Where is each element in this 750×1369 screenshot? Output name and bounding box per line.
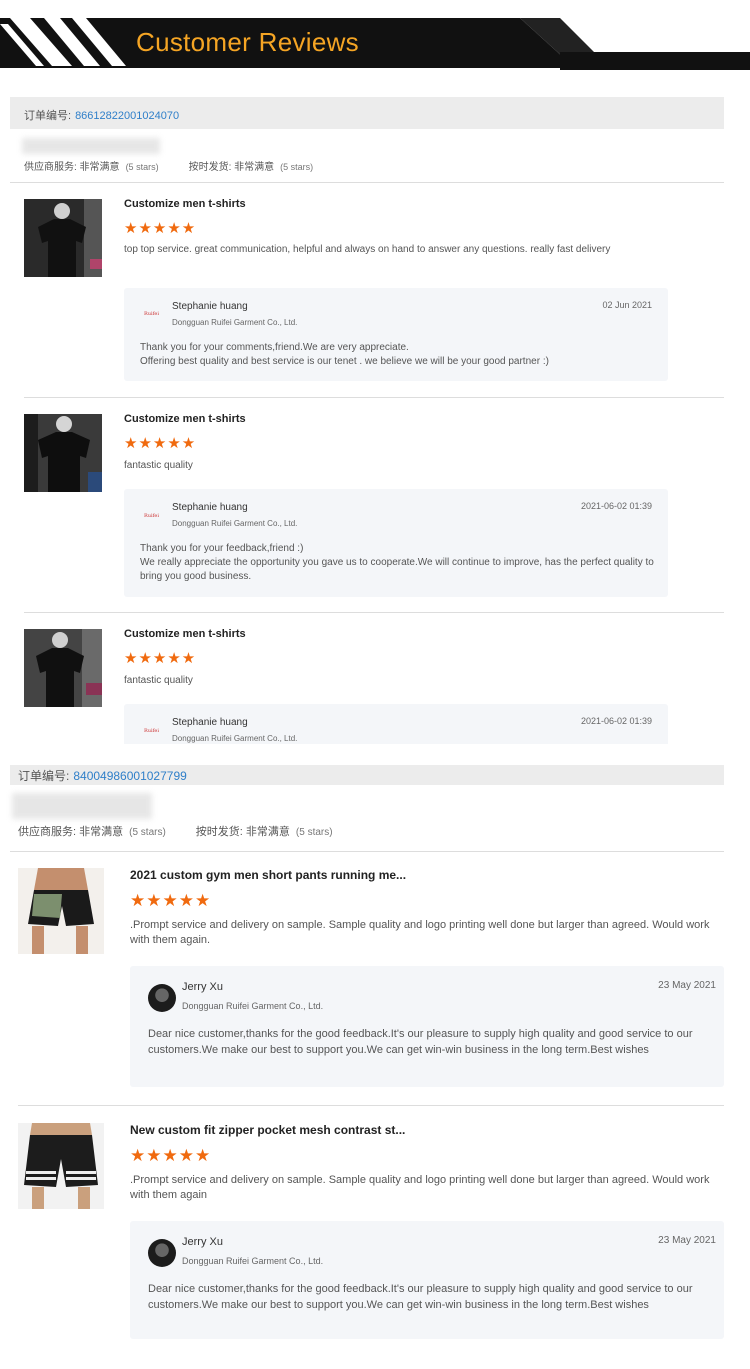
reply-date: 2021-06-02 01:39 [580,716,652,726]
product-title[interactable]: Customize men t-shirts [124,413,246,425]
star-rating: ★★★★★ [130,891,212,910]
star-rating: ★★★★★ [130,1146,212,1165]
product-title[interactable]: Customize men t-shirts [124,198,246,210]
ontime-shipping-rating: 按时发货: 非常满意 [188,162,275,173]
order-number-bar: 订单编号: 84004986001027799 [10,765,724,785]
supplier-ratings: 供应商服务: 非常满意 (5 stars) 按时发货: 非常满意 (5 stars) [18,826,333,838]
review-text: top top service. great communication, he… [124,244,611,255]
banner-background [0,18,750,70]
reply-author: Stephanie huang [172,301,248,312]
shorts-image [18,1123,104,1209]
star-rating: ★★★★★ [124,435,197,452]
product-thumbnail[interactable] [18,1123,104,1209]
product-thumbnail[interactable] [24,629,102,707]
order-number-link[interactable]: 84004986001027799 [73,769,186,783]
banner-title: Customer Reviews [136,27,359,57]
divider [18,1105,724,1106]
reviews-banner: Customer Reviews [0,0,750,80]
reply-date: 23 May 2021 [658,980,716,991]
supplier-service-rating: 供应商服务: 非常满意 [24,162,120,173]
blurred-buyer-name [22,138,160,154]
ontime-shipping-rating: 按时发货: 非常满意 [195,826,290,838]
reply-company: Dongguan Ruifei Garment Co., Ltd. [182,1256,324,1266]
seller-reply: Jerry Xu Dongguan Ruifei Garment Co., Lt… [130,1221,724,1339]
seller-reply: Ruifei Stephanie huang Dongguan Ruifei G… [124,288,668,381]
order-label: 订单编号: [18,769,70,783]
star-rating: ★★★★★ [124,220,197,237]
reply-company: Dongguan Ruifei Garment Co., Ltd. [172,734,298,743]
reply-company: Dongguan Ruifei Garment Co., Ltd. [172,519,298,528]
star-rating: ★★★★★ [124,650,197,667]
supplier-service-rating: 供应商服务: 非常满意 [18,826,124,838]
reply-text: Thank you for your comments,friend.We ar… [140,342,549,367]
seller-reply: Ruifei Stephanie huang Dongguan Ruifei G… [124,704,668,744]
order-number-bar: 订单编号: 86612822001024070 [10,97,724,129]
reply-text: Dear nice customer,thanks for the good f… [148,1283,693,1311]
product-thumbnail[interactable] [18,868,104,954]
product-title[interactable]: 2021 custom gym men short pants running … [130,868,406,882]
divider [24,612,724,613]
avatar [148,1239,176,1267]
reply-author: Jerry Xu [182,981,223,993]
divider [24,397,724,398]
product-thumbnail[interactable] [24,414,102,492]
product-title[interactable]: Customize men t-shirts [124,628,246,640]
review-text: fantastic quality [124,460,193,471]
review-text: .Prompt service and delivery on sample. … [130,1174,710,1201]
reply-text: Dear nice customer,thanks for the good f… [148,1028,693,1056]
product-title[interactable]: New custom fit zipper pocket mesh contra… [130,1123,405,1137]
order-number-link[interactable]: 86612822001024070 [75,110,179,122]
company-logo-icon: Ruifei [144,311,159,317]
company-logo-icon: Ruifei [144,513,159,519]
reply-company: Dongguan Ruifei Garment Co., Ltd. [182,1001,324,1011]
divider [10,182,724,183]
review-text: fantastic quality [124,675,193,686]
reply-text: Thank you for your feedback,friend :) We… [140,543,654,582]
tshirt-image [24,414,102,492]
tshirt-image [24,199,102,277]
shorts-image [18,868,104,954]
tshirt-image [24,629,102,707]
seller-reply: Jerry Xu Dongguan Ruifei Garment Co., Lt… [130,966,724,1087]
company-logo-icon: Ruifei [144,728,159,734]
reply-date: 23 May 2021 [658,1235,716,1246]
reply-author: Stephanie huang [172,502,248,513]
divider [10,851,724,852]
supplier-ratings: 供应商服务: 非常满意 (5 stars) 按时发货: 非常满意 (5 stars) [24,162,314,173]
reply-author: Jerry Xu [182,1236,223,1248]
reply-author: Stephanie huang [172,717,248,728]
reply-date: 2021-06-02 01:39 [580,501,652,511]
review-text: .Prompt service and delivery on sample. … [130,919,710,946]
blurred-buyer-name [12,793,152,819]
seller-reply: Ruifei Stephanie huang Dongguan Ruifei G… [124,489,668,597]
reply-company: Dongguan Ruifei Garment Co., Ltd. [172,318,298,327]
avatar [148,984,176,1012]
reply-date: 02 Jun 2021 [602,300,652,310]
order-label: 订单编号: [24,110,72,122]
product-thumbnail[interactable] [24,199,102,277]
